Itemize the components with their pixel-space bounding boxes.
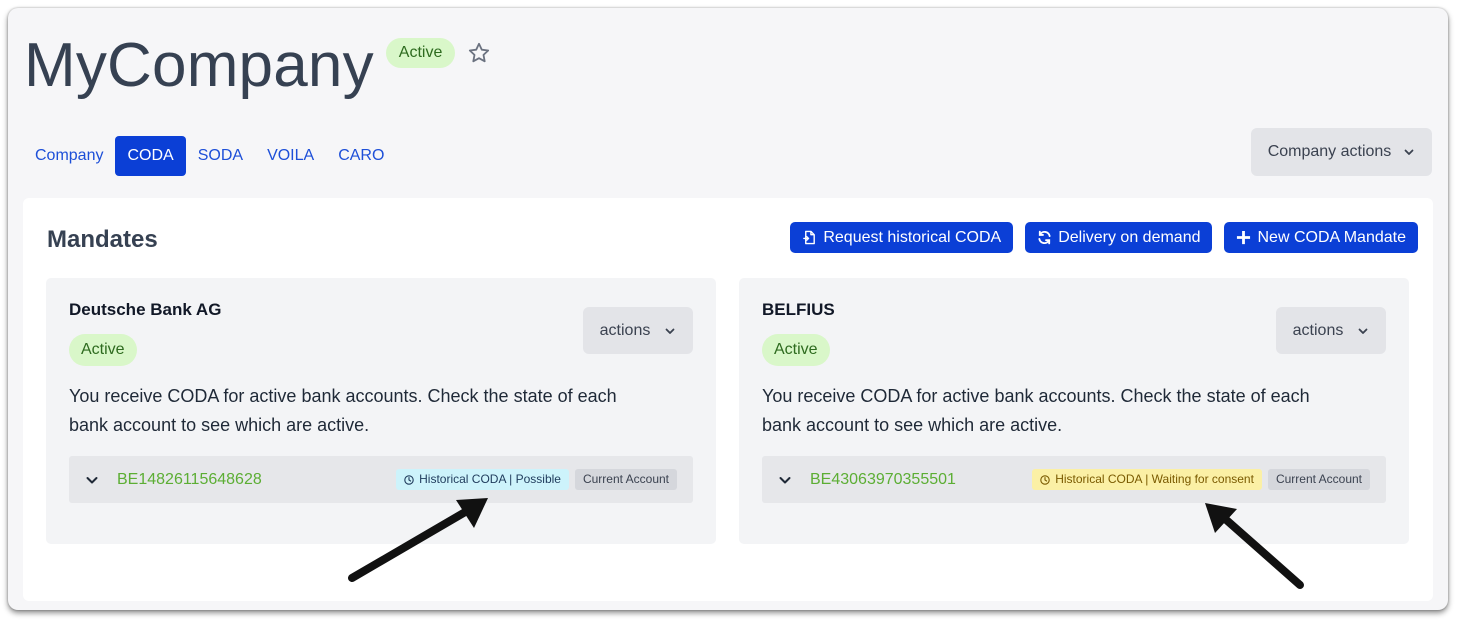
- mandate-description: You receive CODA for active bank account…: [69, 386, 617, 435]
- chevron-down-icon: [1358, 328, 1368, 334]
- refresh-icon: [1038, 230, 1051, 245]
- mandate-actions-label: actions: [1292, 321, 1344, 339]
- history-file-icon: [803, 230, 816, 245]
- plus-icon: [1237, 230, 1251, 245]
- star-icon[interactable]: [467, 41, 491, 65]
- page-title: MyCompany: [24, 31, 374, 100]
- bank-account-row[interactable]: BE14826115648628 Historical CODA | Possi…: [69, 456, 693, 503]
- mandates-panel: Mandates Request historical CODA Deliver…: [23, 198, 1433, 601]
- request-historical-coda-button[interactable]: Request historical CODA: [790, 222, 1014, 253]
- tab-company[interactable]: Company: [23, 136, 115, 176]
- account-type-badge: Current Account: [1267, 469, 1370, 490]
- tab-voila[interactable]: VOILA: [255, 136, 326, 176]
- mandate-status-badge: Active: [762, 334, 830, 366]
- tab-caro[interactable]: CARO: [326, 136, 396, 176]
- clock-icon: [404, 474, 414, 485]
- company-status-badge: Active: [385, 38, 456, 68]
- request-historical-coda-label: Request historical CODA: [823, 228, 1002, 246]
- account-type-badge: Current Account: [574, 469, 677, 490]
- tab-coda[interactable]: CODA: [115, 136, 186, 176]
- bank-name: BELFIUS: [762, 300, 835, 319]
- mandate-card: Deutsche Bank AG actions Active You rece…: [46, 278, 716, 544]
- new-coda-mandate-label: New CODA Mandate: [1257, 228, 1406, 246]
- mandate-actions-button[interactable]: actions: [1276, 307, 1386, 354]
- mandate-actions-label: actions: [599, 321, 651, 339]
- mandate-status-badge: Active: [69, 334, 137, 366]
- new-coda-mandate-button[interactable]: New CODA Mandate: [1224, 222, 1418, 253]
- tab-soda[interactable]: SODA: [186, 136, 255, 176]
- title-row: MyCompany Active: [24, 30, 491, 102]
- historical-coda-label: Historical CODA | Possible: [419, 472, 561, 486]
- mandates-title: Mandates: [47, 226, 158, 253]
- historical-coda-label: Historical CODA | Waiting for consent: [1055, 472, 1254, 486]
- bank-name: Deutsche Bank AG: [69, 300, 222, 319]
- mandate-card: BELFIUS actions Active You receive CODA …: [739, 278, 1409, 544]
- delivery-on-demand-button[interactable]: Delivery on demand: [1025, 222, 1213, 253]
- account-iban[interactable]: BE43063970355501: [810, 471, 956, 489]
- clock-icon: [1040, 474, 1050, 485]
- company-actions-button[interactable]: Company actions: [1251, 128, 1432, 176]
- tab-bar: Company CODA SODA VOILA CARO: [23, 136, 396, 176]
- delivery-on-demand-label: Delivery on demand: [1058, 228, 1201, 246]
- account-iban[interactable]: BE14826115648628: [117, 471, 262, 489]
- app-window: MyCompany Active Company CODA SODA VOILA…: [8, 8, 1448, 610]
- chevron-down-icon: [665, 328, 675, 334]
- chevron-down-icon[interactable]: [85, 473, 99, 487]
- historical-coda-badge: Historical CODA | Possible: [396, 469, 569, 490]
- mandate-description: You receive CODA for active bank account…: [762, 386, 1310, 435]
- mandate-actions-button[interactable]: actions: [583, 307, 693, 354]
- chevron-down-icon[interactable]: [778, 473, 792, 487]
- chevron-down-icon: [1404, 149, 1414, 155]
- company-actions-label: Company actions: [1267, 143, 1392, 160]
- historical-coda-badge: Historical CODA | Waiting for consent: [1032, 469, 1262, 490]
- mandate-toolbar: Request historical CODA Delivery on dema…: [790, 222, 1418, 253]
- account-badges: Historical CODA | Possible Current Accou…: [396, 469, 677, 490]
- account-badges: Historical CODA | Waiting for consent Cu…: [1032, 469, 1370, 490]
- bank-account-row[interactable]: BE43063970355501 Historical CODA | Waiti…: [762, 456, 1386, 503]
